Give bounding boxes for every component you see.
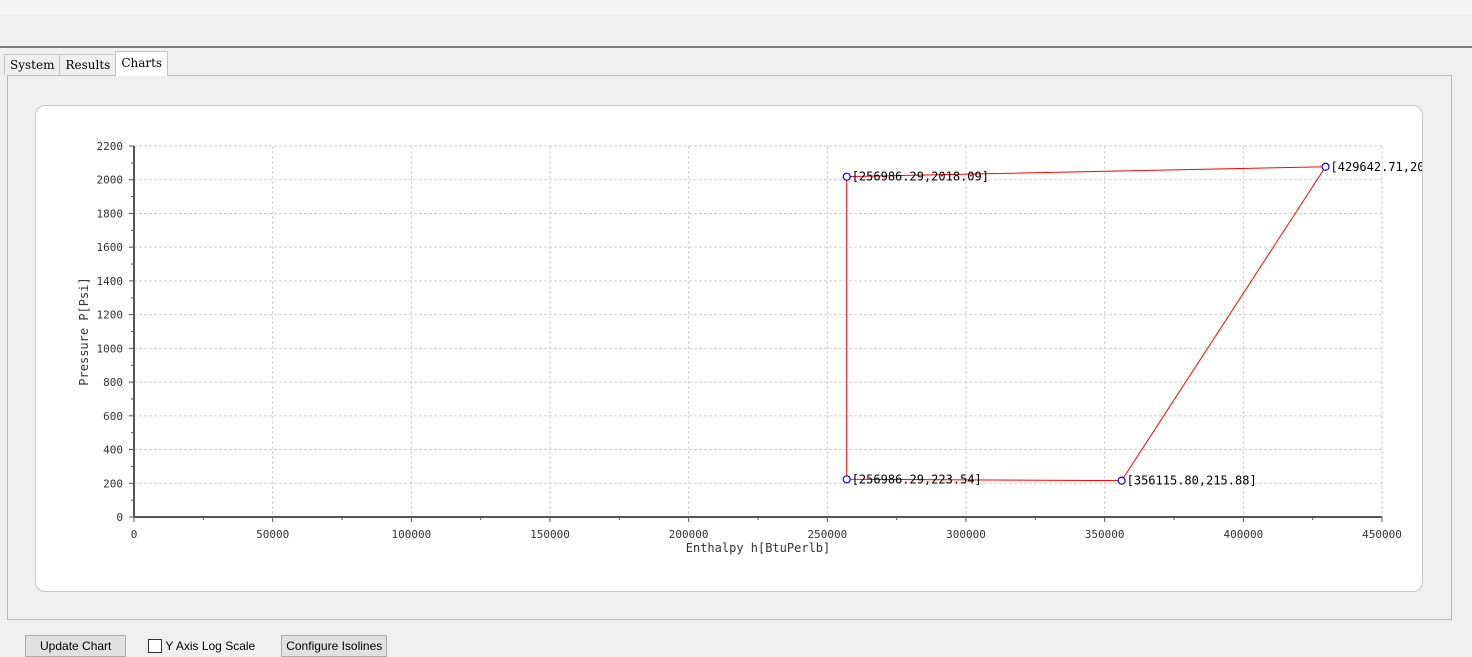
x-tick-label: 200000 [669, 528, 709, 541]
y-tick-label: 200 [103, 477, 123, 490]
x-tick-label: 50000 [256, 528, 289, 541]
data-point-label: [356115.80,215.88] [1127, 474, 1257, 488]
ph-chart: 0 50000 100000 150000 200000 250000 300000 3500… [77, 140, 1422, 555]
data-point-marker [842, 475, 851, 484]
data-point-marker [1117, 476, 1126, 485]
data-point-label: [429642.71,2076.77] [1331, 160, 1422, 174]
tab-charts[interactable]: Charts [115, 51, 169, 76]
y-tick-label: 2000 [97, 174, 124, 187]
y-tick-label: 1600 [97, 241, 124, 254]
update-chart-button[interactable]: Update Chart [25, 635, 127, 657]
x-tick-label: 350000 [1085, 528, 1125, 541]
tab-bar: System Results Charts [4, 51, 169, 76]
chart-toolbar: Update Chart Y Axis Log Scale Configure … [25, 635, 388, 657]
tab-results[interactable]: Results [59, 54, 117, 75]
data-point-label: [256986.29,223.54] [852, 472, 982, 486]
x-tick-label: 100000 [391, 528, 431, 541]
x-tick-label: 250000 [807, 528, 847, 541]
configure-isolines-button[interactable]: Configure Isolines [281, 635, 388, 657]
data-point-marker [842, 172, 851, 181]
y-tick-label: 1200 [97, 309, 124, 322]
chart-card: 0 50000 100000 150000 200000 250000 300000 3500… [35, 105, 1423, 592]
x-tick-label: 150000 [530, 528, 570, 541]
data-point-marker [1321, 162, 1330, 171]
charts-tab-pane: 0 50000 100000 150000 200000 250000 300000 3500… [7, 75, 1452, 620]
top-strip [0, 0, 1472, 14]
y-tick-label: 400 [103, 444, 123, 457]
data-point-label: [256986.29,2018.09] [852, 170, 989, 184]
x-tick-label: 300000 [946, 528, 986, 541]
x-tick-label: 450000 [1362, 528, 1402, 541]
main-panel: System Results Charts 0 50000 100000 150000… [0, 46, 1472, 657]
y-tick-label: 600 [103, 410, 123, 423]
y-tick-label: 800 [103, 376, 123, 389]
x-tick-label: 400000 [1223, 528, 1263, 541]
x-tick-label: 0 [131, 528, 138, 541]
y-tick-label: 1400 [97, 275, 124, 288]
y-tick-label: 0 [116, 511, 123, 524]
y-tick-label: 2200 [97, 140, 124, 153]
x-axis-title: Enthalpy h[BtuPerlb] [686, 541, 831, 555]
tab-system[interactable]: System [4, 54, 61, 75]
y-axis-title: Pressure P[Psi] [77, 277, 91, 385]
y-tick-label: 1800 [97, 207, 124, 220]
y-tick-label: 1000 [97, 342, 124, 355]
